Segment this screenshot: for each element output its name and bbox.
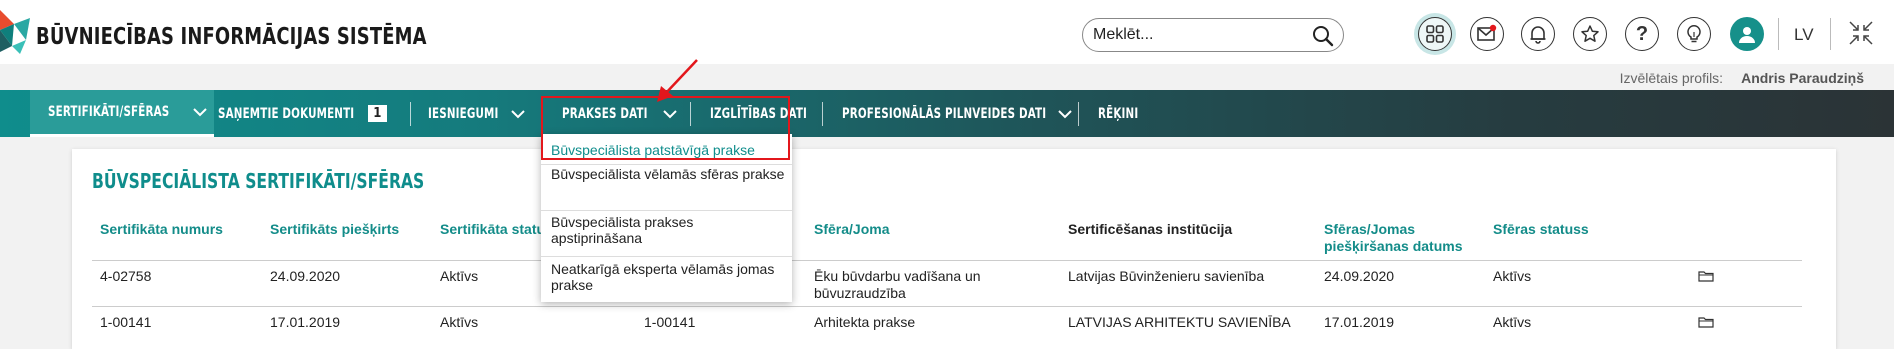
apps-button[interactable] bbox=[1418, 17, 1452, 51]
notifications-button[interactable] bbox=[1521, 17, 1555, 51]
nav-divider bbox=[822, 102, 823, 126]
column-header[interactable]: Sertifikāts piešķirts bbox=[270, 221, 399, 238]
table-cell: 24.09.2020 bbox=[270, 268, 341, 284]
nav-profesionalas-pilnveides[interactable]: PROFESIONĀLĀS PILNVEIDES DATI bbox=[842, 90, 1073, 137]
header-divider bbox=[1778, 18, 1779, 50]
help-icon: ? bbox=[1635, 22, 1649, 45]
user-icon bbox=[1739, 27, 1755, 43]
table-cell: 4-02758 bbox=[100, 268, 152, 284]
apps-icon bbox=[1426, 25, 1444, 43]
selected-profile: Izvēlētais profils: Andris Paraudziņš bbox=[1620, 70, 1864, 86]
folder-icon[interactable] bbox=[1698, 270, 1714, 282]
column-header[interactable]: Sertifikāta numurs bbox=[100, 221, 223, 238]
menu-item-velamas-sferas-prakse[interactable]: Būvspeciālista vēlamās sfēras prakse bbox=[551, 166, 786, 182]
table-cell: Aktīvs bbox=[440, 314, 479, 330]
menu-item-eksperta-jomas-prakse[interactable]: Neatkarīgā eksperta vēlamās jomas prakse bbox=[551, 261, 786, 293]
column-header[interactable]: Sfēras statuss bbox=[1493, 221, 1589, 238]
nav-label: IESNIEGUMI bbox=[428, 105, 499, 122]
star-icon bbox=[1581, 25, 1599, 42]
row-divider bbox=[92, 260, 1802, 261]
table-cell: 1-00141 bbox=[100, 314, 152, 330]
user-avatar[interactable] bbox=[1730, 17, 1764, 51]
menu-divider bbox=[541, 256, 792, 257]
nav-label: RĒĶINI bbox=[1098, 105, 1139, 122]
table-cell: Aktīvs bbox=[1493, 314, 1532, 330]
nav-label: PROFESIONĀLĀS PILNVEIDES DATI bbox=[842, 105, 1047, 122]
column-header[interactable]: Sfēra/Joma bbox=[814, 221, 889, 238]
annotation-arrow-icon bbox=[657, 59, 698, 102]
chevron-down-icon bbox=[511, 109, 525, 118]
top-bar: BŪVNIECĪBAS INFORMĀCIJAS SISTĒMA Meklēt.… bbox=[0, 0, 1894, 64]
table-cell: Aktīvs bbox=[1493, 268, 1532, 284]
table-cell: 17.01.2019 bbox=[1324, 314, 1395, 330]
count-badge: 1 bbox=[368, 105, 387, 122]
messages-button[interactable] bbox=[1470, 17, 1504, 51]
table-cell: Arhitekta prakse bbox=[814, 314, 916, 330]
nav-label: SERTIFIKĀTI/SFĒRAS bbox=[48, 104, 170, 120]
chevron-down-icon bbox=[1058, 109, 1072, 118]
table-cell: Ēku būvdarbu vadīšana un būvuzraudzība bbox=[814, 268, 981, 301]
lightbulb-icon bbox=[1687, 25, 1701, 43]
profile-name[interactable]: Andris Paraudziņš bbox=[1741, 70, 1864, 86]
folder-icon[interactable] bbox=[1698, 316, 1714, 328]
search-input[interactable] bbox=[1093, 25, 1303, 45]
table-cell: 24.09.2020 bbox=[1324, 268, 1395, 284]
menu-item-prakses-apstiprinasana[interactable]: Būvspeciālista prakses apstiprināšana bbox=[551, 214, 786, 246]
page-title: BŪVSPECIĀLISTA SERTIFIKĀTI/SFĒRAS bbox=[92, 169, 425, 193]
favorites-button[interactable] bbox=[1573, 17, 1607, 51]
certificates-card: BŪVSPECIĀLISTA SERTIFIKĀTI/SFĒRAS Sertif… bbox=[72, 149, 1836, 349]
column-header[interactable]: Sertificēšanas institūcija bbox=[1068, 221, 1232, 238]
column-header[interactable]: Sfēras/Jomas piešķiršanas datums bbox=[1324, 221, 1474, 255]
nav-divider bbox=[410, 102, 411, 126]
app-title[interactable]: BŪVNIECĪBAS INFORMĀCIJAS SISTĒMA bbox=[36, 24, 427, 50]
nav-label: SAŅEMTIE DOKUMENTI bbox=[218, 105, 355, 122]
nav-divider bbox=[1078, 102, 1079, 126]
highlight-box bbox=[541, 96, 790, 160]
search-box[interactable] bbox=[1082, 18, 1344, 52]
menu-divider bbox=[541, 164, 792, 165]
bell-icon bbox=[1530, 26, 1546, 44]
nav-sertifikati[interactable]: SERTIFIKĀTI/SFĒRAS bbox=[30, 90, 214, 137]
nav-rekini[interactable]: RĒĶINI bbox=[1098, 90, 1147, 137]
messages-icon bbox=[1477, 24, 1497, 41]
table-cell: LATVIJAS ARHITEKTU SAVIENĪBA bbox=[1068, 314, 1291, 330]
ideas-button[interactable] bbox=[1677, 17, 1711, 51]
search-icon[interactable] bbox=[1311, 24, 1335, 48]
help-button[interactable]: ? bbox=[1625, 17, 1659, 51]
nav-sanemtie-dokumenti[interactable]: SAŅEMTIE DOKUMENTI 1 bbox=[218, 90, 387, 137]
table-cell: 17.01.2019 bbox=[270, 314, 341, 330]
chevron-down-icon bbox=[193, 108, 207, 117]
table-cell: Latvijas Būvinženieru savienība bbox=[1068, 268, 1265, 284]
table-cell: 1-00141 bbox=[644, 314, 696, 330]
header-divider bbox=[1830, 18, 1831, 50]
row-divider bbox=[92, 306, 1802, 307]
main-nav: SERTIFIKĀTI/SFĒRAS SAŅEMTIE DOKUMENTI 1 … bbox=[0, 90, 1894, 137]
profile-label: Izvēlētais profils: bbox=[1619, 70, 1724, 86]
logo-icon bbox=[0, 10, 30, 54]
collapse-icon[interactable] bbox=[1848, 20, 1874, 46]
language-switcher[interactable]: LV bbox=[1794, 25, 1814, 45]
menu-divider bbox=[541, 210, 792, 211]
table-cell: Aktīvs bbox=[440, 268, 479, 284]
nav-iesniegumi[interactable]: IESNIEGUMI bbox=[428, 90, 526, 137]
